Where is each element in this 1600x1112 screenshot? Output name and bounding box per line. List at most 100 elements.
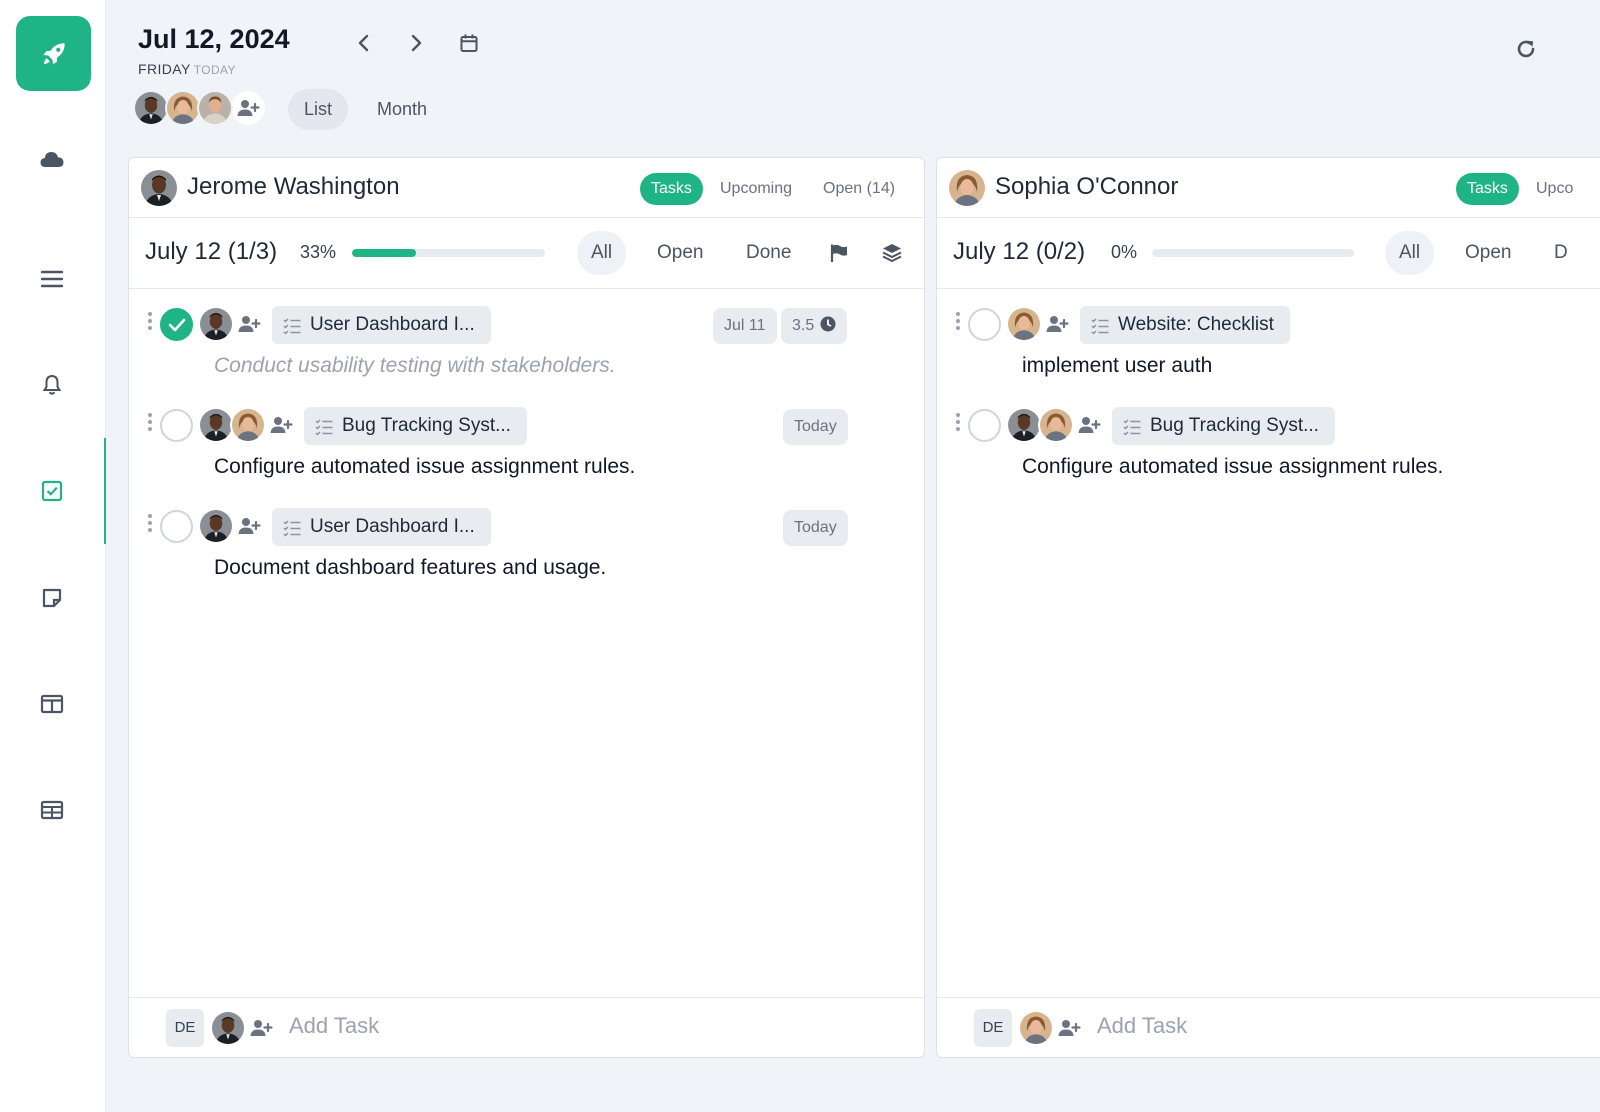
checklist-icon [1090,316,1110,336]
task-checkbox[interactable] [160,308,193,341]
task-assignees [1006,306,1072,342]
task-description[interactable]: Conduct usability testing with stakehold… [214,354,616,378]
sidebar-active-indicator [104,438,106,544]
layers-button[interactable] [879,240,905,266]
avatar[interactable] [198,508,234,544]
add-task-input[interactable]: Add Task [1097,1013,1187,1039]
sidebar-item-board[interactable] [36,688,68,720]
due-date-chip[interactable]: Today [783,409,848,445]
refresh-button[interactable] [1511,34,1541,64]
tab-tasks[interactable]: Tasks [640,173,703,205]
avatar[interactable] [210,1010,246,1046]
avatar[interactable] [1006,306,1042,342]
filter-done[interactable]: Done [732,231,805,275]
sidebar-item-notes[interactable] [36,582,68,614]
checkbox-icon [41,480,63,502]
chevron-left-icon [358,34,369,52]
avatar[interactable] [1018,1010,1054,1046]
refresh-icon [1517,40,1535,58]
tab-month[interactable]: Month [361,89,443,130]
task-row: User Dashboard I... Jul 11 3.5 Conduct u… [129,303,924,403]
avatar[interactable] [1038,407,1074,443]
user-plus-icon [236,96,260,120]
add-assignee-button[interactable] [234,306,264,342]
add-member-button[interactable] [231,91,265,125]
avatar[interactable] [198,306,234,342]
bell-icon [42,374,62,395]
sidebar-item-table[interactable] [36,794,68,826]
drag-handle[interactable] [146,413,154,437]
tab-open[interactable]: Open (14) [812,173,906,205]
project-tag[interactable]: Bug Tracking Syst... [1112,407,1335,445]
user-plus-icon [1045,312,1069,336]
project-name: Bug Tracking Syst... [1150,415,1319,436]
drag-handle[interactable] [146,312,154,336]
flag-button[interactable] [826,240,852,266]
add-assignee-button[interactable] [1074,407,1104,443]
task-assignees [1006,407,1104,443]
add-assignee-button[interactable] [1054,1013,1084,1043]
project-tag[interactable]: User Dashboard I... [272,508,491,546]
sidebar-item-notifications[interactable] [36,369,68,401]
add-assignee-button[interactable] [266,407,296,443]
task-checkbox[interactable] [160,409,193,442]
table-icon [40,800,64,820]
filter-all[interactable]: All [577,231,627,275]
calendar-button[interactable] [454,28,484,58]
task-description[interactable]: implement user auth [1022,354,1212,378]
panel-header: Jerome Washington Tasks Upcoming Open (1… [129,158,924,218]
project-name: Website: Checklist [1118,314,1274,335]
add-task-input[interactable]: Add Task [289,1013,379,1039]
drag-handle[interactable] [954,312,962,336]
rocket-icon [42,42,65,65]
day-label: July 12 (1/3) [145,238,278,265]
sidebar-item-list[interactable] [36,263,68,295]
sidebar-item-tasks[interactable] [36,475,68,507]
task-assignees [198,306,264,342]
avatar[interactable] [165,90,201,126]
drag-handle[interactable] [146,514,154,538]
avatar[interactable] [230,407,266,443]
time-estimate-chip[interactable]: 3.5 [781,308,848,344]
add-assignee-button[interactable] [1042,306,1072,342]
due-date-chip[interactable]: Jul 11 [713,308,777,344]
task-checkbox[interactable] [968,308,1001,341]
tab-upcoming[interactable]: Upco [1525,173,1584,205]
due-date-chip[interactable]: Today [783,510,848,546]
task-row: Bug Tracking Syst... Configure automated… [937,404,1600,504]
avatar[interactable] [198,407,234,443]
user-plus-icon [249,1016,273,1040]
prev-day-button[interactable] [349,28,379,58]
tab-list[interactable]: List [288,89,349,130]
task-checkbox[interactable] [160,510,193,543]
project-tag[interactable]: User Dashboard I... [272,306,491,344]
task-description[interactable]: Document dashboard features and usage. [214,556,606,580]
next-day-button[interactable] [401,28,431,58]
avatar[interactable] [197,90,233,126]
initials-badge[interactable]: DE [974,1009,1012,1047]
add-assignee-button[interactable] [234,508,264,544]
user-plus-icon [237,514,261,538]
filter-all[interactable]: All [1385,231,1435,275]
project-tag[interactable]: Bug Tracking Syst... [304,407,527,445]
task-assignees [198,508,264,544]
add-assignee-button[interactable] [246,1013,276,1043]
tab-tasks[interactable]: Tasks [1456,173,1519,205]
filter-done[interactable]: D [1540,231,1582,275]
progress-percent: 0% [1111,242,1138,262]
avatar[interactable] [133,90,169,126]
filter-open[interactable]: Open [1451,231,1525,275]
tab-upcoming[interactable]: Upcoming [709,173,803,205]
drag-handle[interactable] [954,413,962,437]
task-checkbox[interactable] [968,409,1001,442]
project-tag[interactable]: Website: Checklist [1080,306,1290,344]
clock-icon [820,316,836,332]
task-description[interactable]: Configure automated issue assignment rul… [214,455,635,479]
calendar-icon [460,34,478,52]
filter-open[interactable]: Open [643,231,717,275]
app-logo[interactable] [16,16,91,91]
task-description[interactable]: Configure automated issue assignment rul… [1022,455,1443,479]
initials-badge[interactable]: DE [166,1009,204,1047]
avatar[interactable] [1006,407,1042,443]
sidebar-item-cloud[interactable] [36,143,68,175]
